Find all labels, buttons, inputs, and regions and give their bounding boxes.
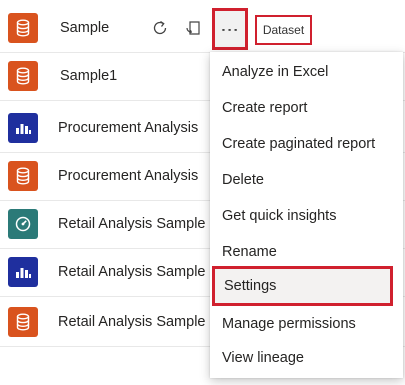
more-options-icon: ⋮	[220, 21, 240, 37]
item-name[interactable]: Sample	[60, 20, 109, 36]
dataset-icon	[8, 161, 38, 191]
item-name[interactable]: Retail Analysis Sample	[58, 264, 206, 280]
item-name[interactable]: Sample1	[60, 68, 117, 84]
more-options-button[interactable]: ⋮	[212, 8, 248, 50]
schedule-refresh-icon[interactable]	[184, 18, 204, 38]
menu-item-settings[interactable]: Settings	[212, 266, 393, 306]
item-name[interactable]: Procurement Analysis	[58, 168, 198, 184]
dataset-icon	[8, 307, 38, 337]
menu-item-rename[interactable]: Rename	[210, 234, 403, 270]
menu-item-analyze-in-excel[interactable]: Analyze in Excel	[210, 54, 403, 90]
report-icon	[8, 113, 38, 143]
context-menu: Analyze in Excel Create report Create pa…	[210, 52, 403, 378]
menu-item-create-paginated-report[interactable]: Create paginated report	[210, 126, 403, 162]
item-name[interactable]: Retail Analysis Sample	[58, 314, 206, 330]
dataset-icon	[8, 13, 38, 43]
type-badge: Dataset	[255, 15, 312, 45]
menu-item-delete[interactable]: Delete	[210, 162, 403, 198]
report-icon	[8, 257, 38, 287]
dataset-icon	[8, 61, 38, 91]
menu-item-view-lineage[interactable]: View lineage	[210, 340, 403, 376]
dashboard-icon	[8, 209, 38, 239]
refresh-icon[interactable]	[150, 18, 170, 38]
list-item[interactable]: Sample ⋮ Dataset	[0, 4, 405, 53]
menu-item-create-report[interactable]: Create report	[210, 90, 403, 126]
menu-item-manage-permissions[interactable]: Manage permissions	[210, 306, 403, 342]
item-name[interactable]: Retail Analysis Sample	[58, 216, 206, 232]
item-name[interactable]: Procurement Analysis	[58, 120, 198, 136]
menu-item-get-quick-insights[interactable]: Get quick insights	[210, 198, 403, 234]
